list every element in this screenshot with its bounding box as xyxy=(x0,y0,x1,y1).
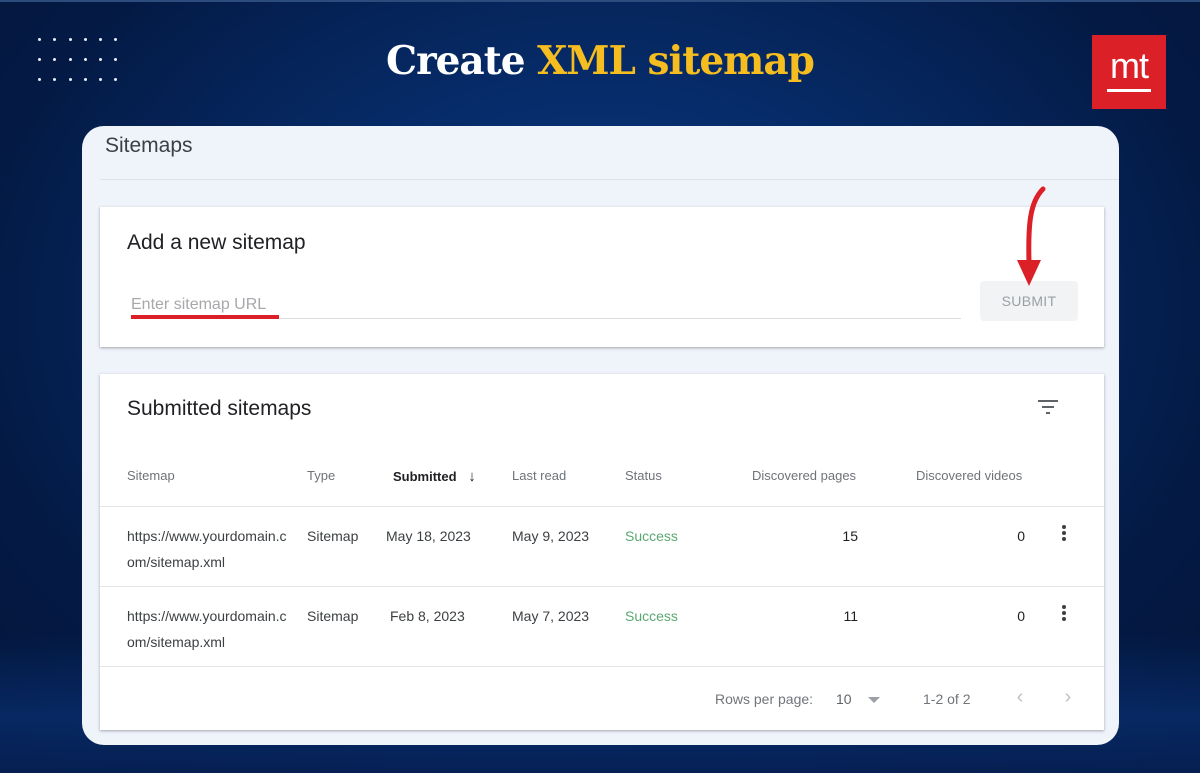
pagination-range: 1-2 of 2 xyxy=(923,691,971,707)
column-header-discovered-videos[interactable]: Discovered videos xyxy=(916,468,1022,483)
more-options-icon[interactable] xyxy=(1056,603,1072,625)
discovered-videos: 0 xyxy=(1017,608,1025,624)
rows-per-page-select[interactable]: 10 xyxy=(836,691,852,707)
discovered-pages: 15 xyxy=(842,528,858,544)
discovered-pages: 11 xyxy=(843,608,858,624)
pagination-bar: Rows per page: 10 1-2 of 2 ‹ › xyxy=(100,666,1104,730)
more-options-icon[interactable] xyxy=(1056,523,1072,545)
submitted-sitemaps-title: Submitted sitemaps xyxy=(127,397,312,420)
sitemaps-panel: Sitemaps Add a new sitemap SUBMIT Submit… xyxy=(82,126,1119,745)
sitemap-url: https://www.yourdomain.com/sitemap.xml xyxy=(127,528,287,570)
add-sitemap-card: Add a new sitemap SUBMIT xyxy=(100,207,1104,347)
table-row[interactable]: https://www.yourdomain.com/sitemap.xml S… xyxy=(100,507,1104,587)
submitted-date: May 18, 2023 xyxy=(386,528,471,544)
add-sitemap-title: Add a new sitemap xyxy=(127,231,306,254)
sitemap-type: Sitemap xyxy=(307,528,359,544)
banner-headline: Create XML sitemap xyxy=(0,38,1200,84)
column-header-discovered-pages[interactable]: Discovered pages xyxy=(752,468,856,483)
last-read-date: May 9, 2023 xyxy=(512,528,590,544)
previous-page-icon[interactable]: ‹ xyxy=(1010,686,1030,710)
submitted-date: Feb 8, 2023 xyxy=(390,608,465,624)
headline-accent: XML sitemap xyxy=(537,38,815,84)
red-annotation-arrow-icon xyxy=(1017,186,1046,286)
sitemap-type: Sitemap xyxy=(307,608,359,624)
column-header-submitted[interactable]: Submitted ↓ xyxy=(393,468,476,485)
sitemap-url: https://www.yourdomain.com/sitemap.xml xyxy=(127,608,287,650)
status-badge: Success xyxy=(625,528,678,544)
submitted-sitemaps-card: Submitted sitemaps Sitemap Type Submitte… xyxy=(100,374,1104,730)
status-badge: Success xyxy=(625,608,678,624)
next-page-icon[interactable]: › xyxy=(1058,686,1078,710)
logo-underline xyxy=(1107,89,1151,92)
filter-icon[interactable] xyxy=(1038,396,1062,420)
column-header-type[interactable]: Type xyxy=(307,468,335,483)
column-header-last-read[interactable]: Last read xyxy=(512,468,566,483)
headline-prefix: Create xyxy=(386,38,525,84)
logo-text: mt xyxy=(1110,45,1149,86)
page-title: Sitemaps xyxy=(105,134,193,157)
last-read-date: May 7, 2023 xyxy=(512,608,590,624)
rows-per-page-label: Rows per page: xyxy=(715,691,814,707)
sort-down-arrow-icon: ↓ xyxy=(468,468,476,485)
highlight-underline xyxy=(131,315,279,319)
top-border xyxy=(0,0,1200,2)
column-header-submitted-label: Submitted xyxy=(393,469,457,484)
table-row[interactable]: https://www.yourdomain.com/sitemap.xml S… xyxy=(100,587,1104,667)
title-divider xyxy=(100,179,1119,180)
discovered-videos: 0 xyxy=(1017,528,1025,544)
dropdown-caret-icon[interactable] xyxy=(868,697,880,703)
column-header-status[interactable]: Status xyxy=(625,468,662,483)
brand-logo: mt xyxy=(1092,35,1166,109)
column-header-sitemap[interactable]: Sitemap xyxy=(127,468,175,483)
